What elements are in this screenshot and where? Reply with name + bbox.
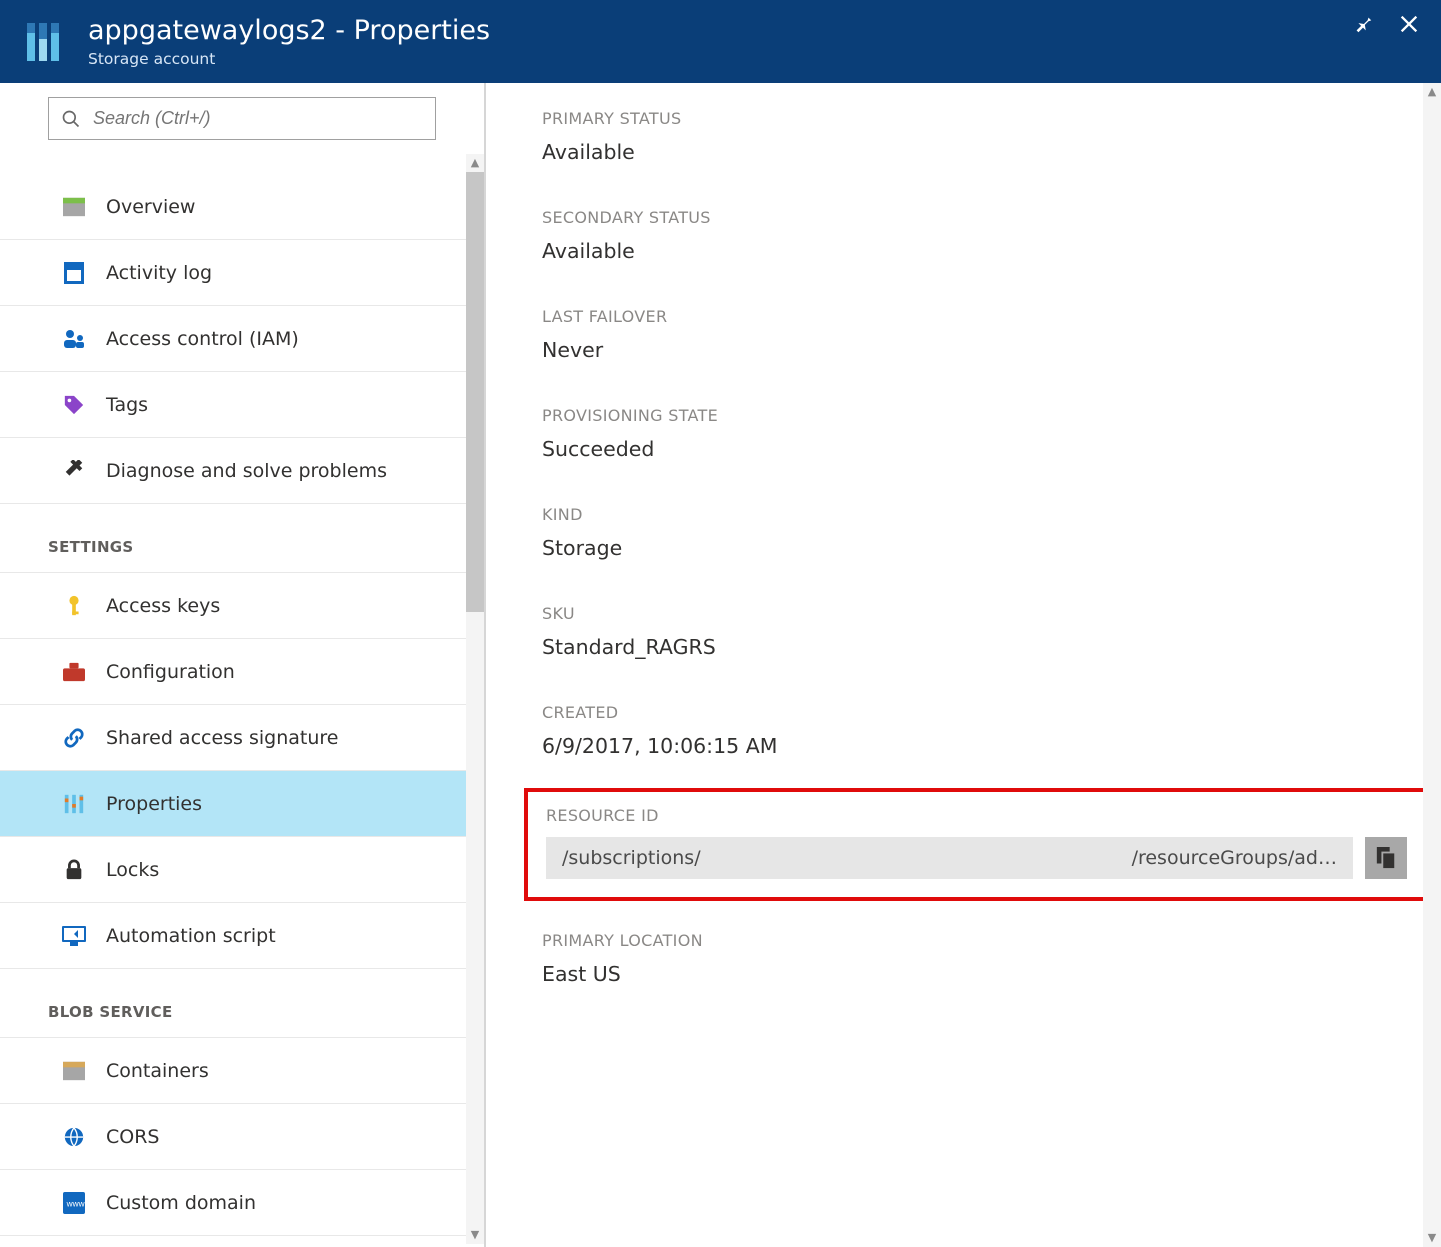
sidebar-scrollbar[interactable]: ▲ ▼ [466,154,484,1244]
search-input-wrapper[interactable] [48,97,436,140]
sidebar-section-blob: BLOB SERVICE [0,969,466,1038]
prop-label-primary-location: PRIMARY LOCATION [542,931,1411,950]
storage-account-icon [22,18,70,66]
main-scrollbar[interactable]: ▲ ▼ [1423,83,1441,1247]
close-icon[interactable] [1395,10,1423,38]
prop-value-provisioning-state: Succeeded [542,437,1411,461]
prop-value-primary-status: Available [542,140,1411,164]
sidebar-item-label: CORS [106,1126,159,1148]
sidebar-item-tags[interactable]: Tags [0,372,466,438]
sidebar-item-label: Shared access signature [106,727,339,749]
prop-value-primary-location: East US [542,962,1411,986]
sidebar-item-label: Activity log [106,262,212,284]
sidebar-item-overview[interactable]: Overview [0,174,466,240]
sidebar-item-label: Tags [106,394,148,416]
blade-subtitle: Storage account [88,50,490,68]
resource-id-field[interactable]: /subscriptions/ /resourceGroups/ad… [546,837,1353,879]
search-icon [59,107,83,131]
custom-domain-icon: www [62,1191,86,1215]
access-control-icon [62,327,86,351]
properties-panel: PRIMARY STATUS Available SECONDARY STATU… [486,83,1441,1247]
sidebar-item-label: Custom domain [106,1192,256,1214]
sidebar-item-configuration[interactable]: Configuration [0,639,466,705]
lock-icon [62,858,86,882]
sidebar-item-label: Containers [106,1060,209,1082]
prop-label-created: CREATED [542,703,1411,722]
prop-value-created: 6/9/2017, 10:06:15 AM [542,734,1411,758]
sidebar-item-activity-log[interactable]: Activity log [0,240,466,306]
sidebar-item-properties[interactable]: Properties [0,771,466,837]
prop-label-last-failover: LAST FAILOVER [542,307,1411,326]
prop-label-sku: SKU [542,604,1411,623]
sidebar-item-label: Configuration [106,661,235,683]
scroll-up-icon[interactable]: ▲ [471,154,479,172]
sidebar-item-access-keys[interactable]: Access keys [0,573,466,639]
prop-label-kind: KIND [542,505,1411,524]
scroll-thumb[interactable] [466,172,484,612]
scroll-up-icon[interactable]: ▲ [1428,83,1436,101]
tags-icon [62,393,86,417]
scroll-down-icon[interactable]: ▼ [471,1226,479,1244]
sidebar-item-label: Overview [106,196,195,218]
cors-icon [62,1125,86,1149]
sidebar-item-cors[interactable]: CORS [0,1104,466,1170]
scroll-down-icon[interactable]: ▼ [1428,1229,1436,1247]
containers-icon [62,1059,86,1083]
sidebar: Overview Activity log Access control (IA… [0,83,486,1247]
key-icon [62,594,86,618]
prop-label-secondary-status: SECONDARY STATUS [542,208,1411,227]
sidebar-item-access-control[interactable]: Access control (IAM) [0,306,466,372]
resource-id-value-right: /resourceGroups/ad… [1132,847,1337,869]
prop-value-secondary-status: Available [542,239,1411,263]
prop-label-primary-status: PRIMARY STATUS [542,109,1411,128]
resource-id-highlight: RESOURCE ID /subscriptions/ /resourceGro… [524,788,1429,901]
search-input[interactable] [93,108,425,129]
sidebar-item-locks[interactable]: Locks [0,837,466,903]
blade-title: appgatewaylogs2 - Properties [88,15,490,47]
sidebar-item-label: Automation script [106,925,276,947]
sidebar-item-sas[interactable]: Shared access signature [0,705,466,771]
automation-icon [62,924,86,948]
copy-button[interactable] [1365,837,1407,879]
pin-icon[interactable] [1349,10,1377,38]
sidebar-item-automation-script[interactable]: Automation script [0,903,466,969]
sidebar-item-label: Properties [106,793,202,815]
prop-value-sku: Standard_RAGRS [542,635,1411,659]
resource-id-value-left: /subscriptions/ [562,847,701,869]
copy-icon [1374,846,1398,870]
svg-text:www: www [66,1199,85,1208]
sidebar-item-diagnose[interactable]: Diagnose and solve problems [0,438,466,504]
sidebar-section-settings: SETTINGS [0,504,466,573]
prop-value-kind: Storage [542,536,1411,560]
prop-label-provisioning-state: PROVISIONING STATE [542,406,1411,425]
sidebar-item-label: Locks [106,859,159,881]
activity-log-icon [62,261,86,285]
link-icon [62,726,86,750]
sidebar-item-containers[interactable]: Containers [0,1038,466,1104]
sidebar-item-label: Access keys [106,595,220,617]
sidebar-item-label: Access control (IAM) [106,328,299,350]
blade-header: appgatewaylogs2 - Properties Storage acc… [0,0,1441,83]
prop-value-last-failover: Never [542,338,1411,362]
prop-label-resource-id: RESOURCE ID [546,806,1407,825]
properties-icon [62,792,86,816]
diagnose-icon [62,459,86,483]
configuration-icon [62,660,86,684]
sidebar-item-custom-domain[interactable]: www Custom domain [0,1170,466,1236]
sidebar-item-label: Diagnose and solve problems [106,460,387,482]
overview-icon [62,195,86,219]
